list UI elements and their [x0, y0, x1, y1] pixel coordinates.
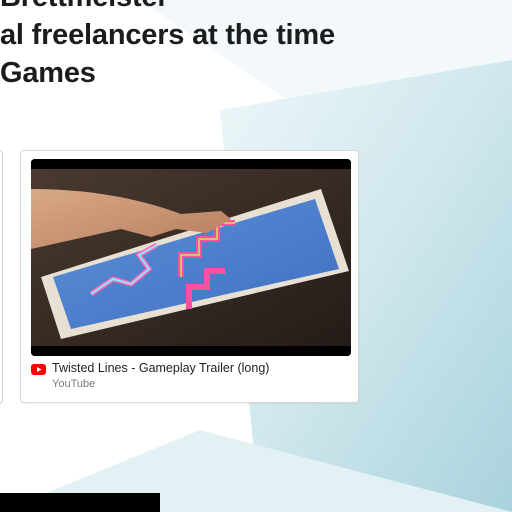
heading-line-2: al freelancers at the time	[0, 19, 335, 51]
heading-line-3: Games	[0, 57, 96, 89]
video-thumbnail	[31, 159, 351, 356]
bottom-dark-block	[0, 493, 160, 512]
video-embed-card[interactable]: Twisted Lines - Gameplay Trailer (long) …	[20, 150, 359, 403]
youtube-icon	[31, 364, 46, 375]
previous-card-edge[interactable]	[0, 150, 3, 404]
heading-line-1: Brettmeister	[0, 0, 335, 16]
video-source: YouTube	[52, 378, 96, 390]
video-player[interactable]	[31, 159, 351, 356]
video-title[interactable]: Twisted Lines - Gameplay Trailer (long)	[52, 361, 269, 375]
article-heading: Brettmeister al freelancers at the time …	[0, 0, 335, 92]
